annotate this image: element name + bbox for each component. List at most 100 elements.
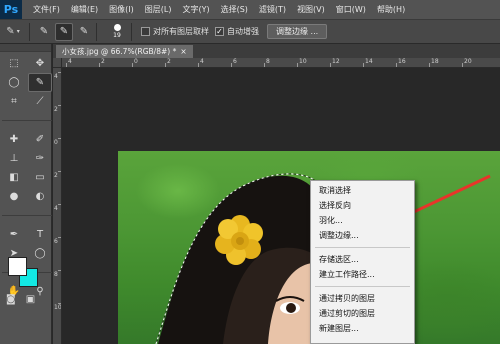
ruler-tick-label: 4 xyxy=(200,58,204,65)
new-selection-button[interactable]: ✎ xyxy=(35,23,53,41)
canvas-area[interactable] xyxy=(62,68,500,344)
history-brush-tool-icon[interactable]: ✑ xyxy=(28,149,52,168)
sample-all-layers-label: 对所有图层取样 xyxy=(153,27,209,36)
checkmark-icon: ✓ xyxy=(215,26,224,36)
ctx-refine-edge[interactable]: 调整边缘... xyxy=(311,228,414,243)
ruler-tick-label: 2 xyxy=(54,106,58,113)
ruler-tick-label: 2 xyxy=(167,58,171,65)
menu-help[interactable]: 帮助(H) xyxy=(377,4,405,15)
ctx-select-inverse[interactable]: 选择反向 xyxy=(311,198,414,213)
ruler-origin[interactable] xyxy=(53,58,62,68)
auto-enhance-checkbox[interactable]: ✓ 自动增强 xyxy=(215,26,259,37)
gradient-tool-icon[interactable]: ▭ xyxy=(28,168,52,187)
chevron-down-icon: ▾ xyxy=(16,28,20,35)
panel-grip[interactable] xyxy=(0,44,51,52)
ctx-deselect[interactable]: 取消选择 xyxy=(311,183,414,198)
ctx-new-layer[interactable]: 新建图层... xyxy=(311,321,414,336)
photoshop-logo: Ps xyxy=(0,0,22,19)
ctx-feather[interactable]: 羽化... xyxy=(311,213,414,228)
ruler-tick-label: 4 xyxy=(54,73,58,80)
menu-edit[interactable]: 编辑(E) xyxy=(71,4,98,15)
pen-tool-icon[interactable]: ✒ xyxy=(2,225,26,244)
foreground-color-swatch[interactable] xyxy=(8,257,27,276)
brush-add-icon: ✎ xyxy=(59,26,69,37)
menu-separator xyxy=(315,286,410,287)
divider xyxy=(2,119,52,122)
color-swatches xyxy=(8,257,40,287)
refine-edge-button[interactable]: 调整边缘 ... xyxy=(267,24,328,39)
auto-enhance-label: 自动增强 xyxy=(227,27,259,36)
screen-mode-icon[interactable]: ▣ xyxy=(26,294,35,305)
tool-preset-picker[interactable]: ✎ ▾ xyxy=(0,22,26,42)
vertical-ruler: 4 2 0 2 4 6 8 10 xyxy=(53,68,62,344)
ruler-tick-label: 2 xyxy=(101,58,105,65)
menu-type[interactable]: 文字(Y) xyxy=(182,4,209,15)
divider xyxy=(2,214,52,217)
clone-stamp-tool-icon[interactable]: ⊥ xyxy=(2,149,26,168)
ruler-tick-label: 10 xyxy=(299,58,307,65)
horizontal-ruler: 4 2 0 2 4 6 8 10 12 14 16 18 20 xyxy=(62,58,500,68)
menu-window[interactable]: 窗口(W) xyxy=(336,4,366,15)
document-tab[interactable]: 小女孩.jpg @ 66.7%(RGB/8#) * × xyxy=(56,45,193,58)
move-tool-icon[interactable]: ✥ xyxy=(28,54,52,73)
ruler-tick-label: 6 xyxy=(233,58,237,65)
marquee-tool-icon[interactable]: ⬚ xyxy=(2,54,26,73)
divider xyxy=(29,22,30,41)
ruler-tick-label: 12 xyxy=(332,58,340,65)
subtract-from-selection-button[interactable]: ✎ xyxy=(75,23,93,41)
close-icon[interactable]: × xyxy=(180,47,186,56)
document-tab-bar: 小女孩.jpg @ 66.7%(RGB/8#) * × xyxy=(53,44,500,58)
ctx-layer-via-copy[interactable]: 通过拷贝的图层 xyxy=(311,291,414,306)
menu-image[interactable]: 图像(I) xyxy=(109,4,134,15)
ctx-make-work-path[interactable]: 建立工作路径... xyxy=(311,267,414,282)
options-bar: ✎ ▾ ✎ ✎ ✎ 19 对所有图层取样 ✓ 自动增强 调整边缘 ... xyxy=(0,19,500,44)
healing-brush-tool-icon[interactable]: ✚ xyxy=(2,130,26,149)
eraser-tool-icon[interactable]: ◧ xyxy=(2,168,26,187)
type-tool-icon[interactable]: T xyxy=(28,225,52,244)
divider xyxy=(96,22,97,41)
add-to-selection-button[interactable]: ✎ xyxy=(55,22,73,41)
menu-bar: Ps 文件(F) 编辑(E) 图像(I) 图层(L) 文字(Y) 选择(S) 滤… xyxy=(0,0,500,19)
ruler-tick-label: 4 xyxy=(68,58,72,65)
checkbox-box xyxy=(141,27,150,36)
quick-selection-tool-icon[interactable]: ✎ xyxy=(28,73,52,92)
menu-filter[interactable]: 滤镜(T) xyxy=(259,4,286,15)
ruler-tick-label: 0 xyxy=(54,139,58,146)
eyedropper-tool-icon[interactable]: ⟋ xyxy=(28,92,52,111)
ruler-tick-label: 2 xyxy=(54,172,58,179)
sample-all-layers-checkbox[interactable]: 对所有图层取样 xyxy=(141,26,209,37)
blur-tool-icon[interactable]: ● xyxy=(2,187,26,206)
menu-layer[interactable]: 图层(L) xyxy=(145,4,172,15)
brush-tool-icon[interactable]: ✐ xyxy=(28,130,52,149)
menu-view[interactable]: 视图(V) xyxy=(297,4,325,15)
crop-tool-icon[interactable]: ⌗ xyxy=(2,92,26,111)
mode-icons: ◙ ▣ xyxy=(6,294,35,305)
quick-selection-icon: ✎ xyxy=(6,26,15,37)
context-menu: 取消选择 选择反向 羽化... 调整边缘... 存储选区... 建立工作路径..… xyxy=(310,180,415,344)
ruler-tick-label: 20 xyxy=(464,58,472,65)
menu-separator xyxy=(315,247,410,248)
menu-file[interactable]: 文件(F) xyxy=(33,4,60,15)
menu-select[interactable]: 选择(S) xyxy=(221,4,248,15)
ruler-tick-label: 8 xyxy=(266,58,270,65)
brush-size-value: 19 xyxy=(113,32,121,39)
ruler-tick-label: 6 xyxy=(54,238,58,245)
lasso-tool-icon[interactable]: ◯ xyxy=(2,73,26,92)
ctx-layer-via-cut[interactable]: 通过剪切的图层 xyxy=(311,306,414,321)
ruler-tick-label: 8 xyxy=(54,271,58,278)
ctx-save-selection[interactable]: 存储选区... xyxy=(311,252,414,267)
brush-new-icon: ✎ xyxy=(39,26,49,37)
ruler-tick-label: 10 xyxy=(54,304,62,311)
divider xyxy=(131,22,132,41)
dodge-tool-icon[interactable]: ◐ xyxy=(28,187,52,206)
photoshop-window: Ps 文件(F) 编辑(E) 图像(I) 图层(L) 文字(Y) 选择(S) 滤… xyxy=(0,0,500,344)
brush-subtract-icon: ✎ xyxy=(79,26,89,37)
ruler-tick-label: 18 xyxy=(431,58,439,65)
red-arrow-annotation xyxy=(366,174,491,236)
ruler-tick-label: 0 xyxy=(134,58,138,65)
quick-mask-icon[interactable]: ◙ xyxy=(6,294,16,305)
ruler-tick-label: 4 xyxy=(54,205,58,212)
ruler-tick-label: 16 xyxy=(398,58,406,65)
brush-size-picker[interactable]: 19 xyxy=(106,22,128,42)
tools-panel: ⬚ ✥ ◯ ✎ ⌗ ⟋ ✚ ✐ ⊥ ✑ ◧ ▭ ● ◐ ✒ T ➤ ◯ ✋ ⚲ xyxy=(0,44,52,344)
